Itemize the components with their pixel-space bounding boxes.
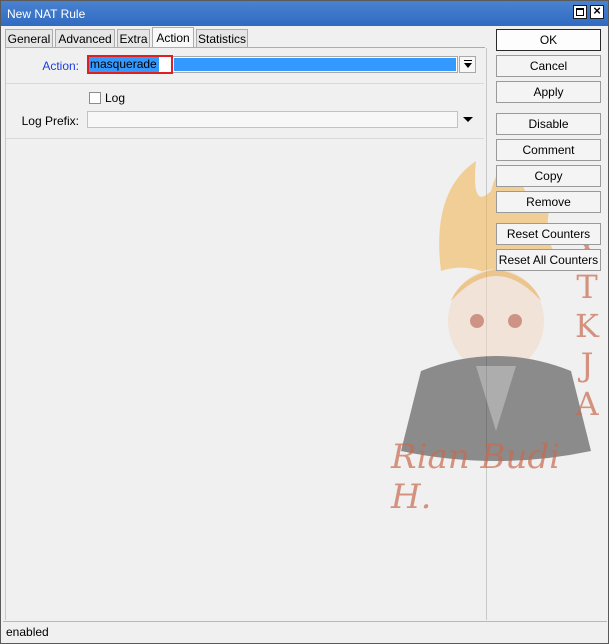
comment-button[interactable]: Comment: [496, 139, 601, 161]
nat-rule-window: New NAT Rule × General Advanced Extra Ac…: [0, 0, 609, 644]
remove-button[interactable]: Remove: [496, 191, 601, 213]
selection-highlight: [174, 58, 456, 71]
reset-all-counters-button[interactable]: Reset All Counters: [496, 249, 601, 271]
title-bar[interactable]: New NAT Rule ×: [1, 1, 608, 26]
close-icon: ×: [593, 3, 601, 18]
dropdown-bar-icon: [464, 60, 472, 61]
highlight-annotation-box: [87, 55, 173, 74]
log-checkbox[interactable]: [89, 92, 101, 104]
status-bar: enabled: [3, 621, 607, 643]
watermark-name: Rian Budi H.: [391, 437, 560, 517]
cancel-button[interactable]: Cancel: [496, 55, 601, 77]
watermark-letter: J: [580, 346, 594, 384]
ok-button[interactable]: OK: [496, 29, 601, 51]
tab-action[interactable]: Action: [152, 27, 194, 48]
chevron-down-icon: [464, 63, 472, 68]
action-label: Action:: [42, 59, 79, 73]
disable-button[interactable]: Disable: [496, 113, 601, 135]
log-label: Log: [105, 91, 126, 105]
watermark-letter: A: [575, 385, 599, 423]
tab-general[interactable]: General: [5, 29, 53, 47]
watermark-letter: K: [575, 307, 599, 345]
chevron-down-icon[interactable]: [463, 117, 473, 122]
separator: [6, 83, 484, 84]
reset-counters-button[interactable]: Reset Counters: [496, 223, 601, 245]
apply-button[interactable]: Apply: [496, 81, 601, 103]
log-prefix-label: Log Prefix:: [21, 114, 79, 128]
watermark-letter: T: [576, 268, 598, 306]
log-prefix-input[interactable]: [87, 111, 458, 128]
window-title: New NAT Rule: [7, 7, 86, 21]
tab-statistics[interactable]: Statistics: [196, 29, 248, 47]
maximize-button[interactable]: [573, 5, 587, 19]
copy-button[interactable]: Copy: [496, 165, 601, 187]
tab-advanced[interactable]: Advanced: [55, 29, 115, 47]
separator: [6, 138, 484, 139]
maximize-icon: [576, 8, 584, 16]
action-dropdown-button[interactable]: [459, 56, 476, 73]
status-text: enabled: [6, 625, 49, 639]
tab-extra[interactable]: Extra: [117, 29, 150, 47]
close-button[interactable]: ×: [590, 3, 604, 19]
